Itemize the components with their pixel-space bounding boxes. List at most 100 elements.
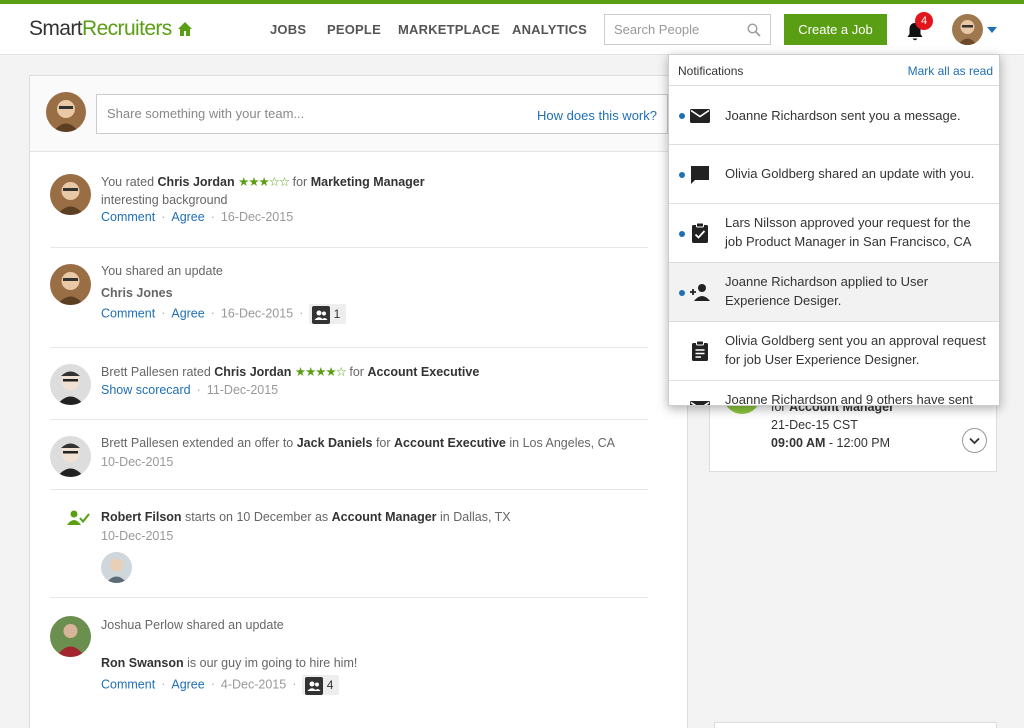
avatar (50, 364, 91, 405)
search-icon[interactable] (747, 23, 761, 37)
feed-item-text: Robert Filson starts on 10 December as A… (101, 510, 511, 524)
notification-count-badge[interactable]: 4 (915, 12, 933, 30)
clipboard-icon (692, 340, 708, 361)
comment-link[interactable]: Comment (101, 306, 155, 320)
expand-event-button[interactable] (962, 428, 987, 453)
feed-item-actions: Comment · Agree · 16-Dec-2015 (101, 210, 294, 224)
sidebar-card (714, 722, 997, 728)
feed-item-text: Brett Pallesen extended an offer to Jack… (101, 436, 615, 450)
job-title-link[interactable]: Account Executive (394, 436, 506, 450)
person-name-link[interactable]: Chris Jordan (214, 365, 291, 379)
update-title: Chris Jones (101, 286, 173, 300)
person-add-icon (690, 284, 710, 301)
avatar (46, 92, 86, 132)
mark-all-read-link[interactable]: Mark all as read (908, 64, 993, 78)
top-navbar: SmartRecruiters JOBS PEOPLE MARKETPLACE … (0, 4, 1024, 55)
notifications-header: Notifications Mark all as read (669, 55, 999, 86)
feed-item: Robert Filson starts on 10 December as A… (50, 490, 648, 598)
person-name-link[interactable]: Ron Swanson (101, 656, 184, 670)
notification-text: Olivia Goldberg sent you an approval req… (725, 333, 986, 367)
logo-smart-text: Smart (29, 17, 83, 40)
logo-recruiters-text: Recruiters (82, 17, 172, 40)
unread-dot (679, 231, 685, 237)
nav-marketplace[interactable]: MARKETPLACE (398, 22, 500, 37)
feed-item: Joshua Perlow shared an update Ron Swans… (50, 598, 648, 698)
update-message: Ron Swanson is our guy im going to hire … (101, 656, 358, 670)
feed-item-date: 16-Dec-2015 (220, 210, 294, 224)
feed-item-date: 10-Dec-2015 (101, 529, 174, 543)
unread-dot (679, 172, 685, 178)
search-people-box (604, 14, 771, 45)
person-name-link[interactable]: Robert Filson (101, 510, 182, 524)
audience-count-badge[interactable]: 4 (302, 675, 340, 695)
user-avatar[interactable] (952, 14, 983, 45)
notification-text: Joanne Richardson applied to User Experi… (725, 274, 929, 308)
chevron-down-icon[interactable] (987, 27, 997, 33)
avatar (50, 264, 91, 305)
feed-item-date: 10-Dec-2015 (101, 455, 174, 469)
feed-item-text: You rated Chris Jordan ★★★☆☆ for Marketi… (101, 175, 425, 189)
person-name-link[interactable]: Chris Jordan (158, 175, 235, 189)
share-update-input[interactable] (107, 106, 527, 121)
feed-item: Brett Pallesen extended an offer to Jack… (50, 420, 648, 490)
show-scorecard-link[interactable]: Show scorecard (101, 383, 191, 397)
comment-link[interactable]: Comment (101, 677, 155, 691)
job-title-link[interactable]: Marketing Manager (311, 175, 425, 189)
share-input-box: How does this work? (96, 94, 668, 134)
people-icon (312, 305, 331, 324)
feed-item: Brett Pallesen rated Chris Jordan ★★★★☆ … (50, 348, 648, 420)
feed-item-actions: Show scorecard · 11-Dec-2015 (101, 383, 279, 397)
avatar[interactable] (101, 552, 132, 583)
nav-people[interactable]: PEOPLE (327, 22, 381, 37)
notification-text: Lars Nilsson approved your request for t… (725, 215, 972, 249)
comment-link[interactable]: Comment (101, 210, 155, 224)
mail-icon (690, 401, 710, 405)
notification-item[interactable]: Lars Nilsson approved your request for t… (669, 204, 999, 263)
notifications-dropdown: Notifications Mark all as read Joanne Ri… (668, 54, 1000, 406)
feed-item-text: You shared an update (101, 264, 223, 278)
feed-item-date: 11-Dec-2015 (206, 383, 279, 397)
feed-item-note: interesting background (101, 193, 228, 207)
nav-analytics[interactable]: ANALYTICS (512, 22, 587, 37)
people-icon (305, 676, 324, 695)
how-does-this-work-link[interactable]: How does this work? (537, 108, 657, 123)
home-icon[interactable] (177, 21, 193, 37)
notification-item[interactable]: Joanne Richardson sent you a message. (669, 86, 999, 145)
notification-text: Joanne Richardson sent you a message. (725, 108, 961, 123)
notification-item[interactable]: Olivia Goldberg shared an update with yo… (669, 145, 999, 204)
mail-icon (690, 109, 710, 123)
audience-count-badge[interactable]: 1 (309, 304, 347, 324)
avatar (50, 174, 91, 215)
feed-item-actions: Comment · Agree · 4-Dec-2015 · 4 (101, 675, 340, 695)
clipboard-check-icon (692, 222, 708, 243)
avatar (50, 616, 91, 657)
feed-item-date: 16-Dec-2015 (220, 306, 294, 321)
create-job-button[interactable]: Create a Job (784, 14, 887, 45)
agree-link[interactable]: Agree (171, 677, 204, 691)
event-date: 21-Dec-15 CST (771, 418, 858, 432)
smartrecruiters-logo[interactable]: SmartRecruiters (29, 17, 172, 41)
nav-jobs[interactable]: JOBS (270, 22, 306, 37)
rating-stars: ★★★★☆ (294, 365, 347, 379)
person-check-icon (67, 510, 90, 525)
chat-icon (691, 166, 709, 184)
feed-item-text: Joshua Perlow shared an update (101, 618, 284, 632)
rating-stars: ★★★☆☆ (238, 175, 290, 189)
notification-text: Olivia Goldberg shared an update with yo… (725, 166, 975, 181)
feed-item: You shared an update Chris Jones Comment… (50, 248, 648, 348)
agree-link[interactable]: Agree (171, 306, 204, 320)
share-update-box: How does this work? (30, 76, 687, 152)
notification-item[interactable]: Olivia Goldberg sent you an approval req… (669, 322, 999, 381)
agree-link[interactable]: Agree (171, 210, 204, 224)
job-title-link[interactable]: Account Executive (367, 365, 479, 379)
chevron-down-icon (969, 437, 980, 445)
person-name-link[interactable]: Jack Daniels (297, 436, 373, 450)
feed-item-text: Brett Pallesen rated Chris Jordan ★★★★☆ … (101, 365, 480, 379)
search-people-input[interactable] (614, 22, 744, 37)
avatar (50, 436, 91, 477)
notification-item[interactable]: Joanne Richardson and 9 others have sent (669, 381, 999, 405)
job-title-link[interactable]: Account Manager (332, 510, 437, 524)
notification-item[interactable]: Joanne Richardson applied to User Experi… (669, 263, 999, 322)
feed-item-actions: Comment · Agree · 16-Dec-2015 · 1 (101, 304, 347, 324)
unread-dot (679, 113, 685, 119)
